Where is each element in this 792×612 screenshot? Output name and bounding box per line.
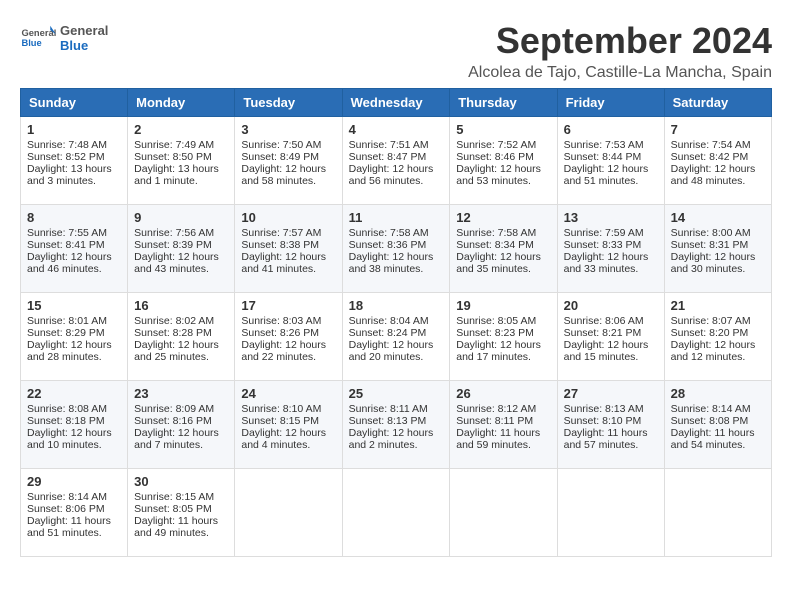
day-cell-27: 27 Sunrise: 8:13 AMSunset: 8:10 PMDaylig…	[557, 381, 664, 469]
logo-general: General	[60, 23, 108, 38]
day-cell-10: 10 Sunrise: 7:57 AMSunset: 8:38 PMDaylig…	[235, 205, 342, 293]
week-row-4: 22 Sunrise: 8:08 AMSunset: 8:18 PMDaylig…	[21, 381, 772, 469]
day-cell-15: 15 Sunrise: 8:01 AMSunset: 8:29 PMDaylig…	[21, 293, 128, 381]
header-friday: Friday	[557, 89, 664, 117]
day-cell-22: 22 Sunrise: 8:08 AMSunset: 8:18 PMDaylig…	[21, 381, 128, 469]
header-tuesday: Tuesday	[235, 89, 342, 117]
day-cell-19: 19 Sunrise: 8:05 AMSunset: 8:23 PMDaylig…	[450, 293, 557, 381]
header-sunday: Sunday	[21, 89, 128, 117]
logo-icon: General Blue	[20, 20, 56, 56]
day-cell-23: 23 Sunrise: 8:09 AMSunset: 8:16 PMDaylig…	[128, 381, 235, 469]
page-header: General Blue General Blue September 2024…	[20, 20, 772, 82]
day-cell-24: 24 Sunrise: 8:10 AMSunset: 8:15 PMDaylig…	[235, 381, 342, 469]
day-cell-8: 8 Sunrise: 7:55 AMSunset: 8:41 PMDayligh…	[21, 205, 128, 293]
day-cell-11: 11 Sunrise: 7:58 AMSunset: 8:36 PMDaylig…	[342, 205, 450, 293]
day-cell-13: 13 Sunrise: 7:59 AMSunset: 8:33 PMDaylig…	[557, 205, 664, 293]
svg-text:Blue: Blue	[21, 38, 41, 48]
day-cell-9: 9 Sunrise: 7:56 AMSunset: 8:39 PMDayligh…	[128, 205, 235, 293]
day-cell-30: 30 Sunrise: 8:15 AMSunset: 8:05 PMDaylig…	[128, 469, 235, 557]
day-cell-26: 26 Sunrise: 8:12 AMSunset: 8:11 PMDaylig…	[450, 381, 557, 469]
day-cell-14: 14 Sunrise: 8:00 AMSunset: 8:31 PMDaylig…	[664, 205, 771, 293]
day-cell-25: 25 Sunrise: 8:11 AMSunset: 8:13 PMDaylig…	[342, 381, 450, 469]
day-cell-12: 12 Sunrise: 7:58 AMSunset: 8:34 PMDaylig…	[450, 205, 557, 293]
day-cell-17: 17 Sunrise: 8:03 AMSunset: 8:26 PMDaylig…	[235, 293, 342, 381]
day-cell-empty-4	[557, 469, 664, 557]
day-cell-28: 28 Sunrise: 8:14 AMSunset: 8:08 PMDaylig…	[664, 381, 771, 469]
day-cell-empty-3	[450, 469, 557, 557]
week-row-5: 29 Sunrise: 8:14 AMSunset: 8:06 PMDaylig…	[21, 469, 772, 557]
day-cell-empty-5	[664, 469, 771, 557]
header-saturday: Saturday	[664, 89, 771, 117]
day-cell-7: 7 Sunrise: 7:54 AMSunset: 8:42 PMDayligh…	[664, 117, 771, 205]
day-cell-6: 6 Sunrise: 7:53 AMSunset: 8:44 PMDayligh…	[557, 117, 664, 205]
title-area: September 2024 Alcolea de Tajo, Castille…	[468, 20, 772, 82]
day-cell-21: 21 Sunrise: 8:07 AMSunset: 8:20 PMDaylig…	[664, 293, 771, 381]
day-cell-29: 29 Sunrise: 8:14 AMSunset: 8:06 PMDaylig…	[21, 469, 128, 557]
day-cell-empty-1	[235, 469, 342, 557]
week-row-2: 8 Sunrise: 7:55 AMSunset: 8:41 PMDayligh…	[21, 205, 772, 293]
day-cell-2: 2 Sunrise: 7:49 AMSunset: 8:50 PMDayligh…	[128, 117, 235, 205]
header-monday: Monday	[128, 89, 235, 117]
week-row-1: 1 Sunrise: 7:48 AMSunset: 8:52 PMDayligh…	[21, 117, 772, 205]
logo: General Blue General Blue	[20, 20, 108, 56]
day-cell-20: 20 Sunrise: 8:06 AMSunset: 8:21 PMDaylig…	[557, 293, 664, 381]
day-cell-4: 4 Sunrise: 7:51 AMSunset: 8:47 PMDayligh…	[342, 117, 450, 205]
calendar-table: Sunday Monday Tuesday Wednesday Thursday…	[20, 88, 772, 557]
week-row-3: 15 Sunrise: 8:01 AMSunset: 8:29 PMDaylig…	[21, 293, 772, 381]
weekday-header-row: Sunday Monday Tuesday Wednesday Thursday…	[21, 89, 772, 117]
day-cell-empty-2	[342, 469, 450, 557]
day-cell-18: 18 Sunrise: 8:04 AMSunset: 8:24 PMDaylig…	[342, 293, 450, 381]
header-thursday: Thursday	[450, 89, 557, 117]
day-cell-5: 5 Sunrise: 7:52 AMSunset: 8:46 PMDayligh…	[450, 117, 557, 205]
logo-blue: Blue	[60, 38, 108, 53]
day-cell-16: 16 Sunrise: 8:02 AMSunset: 8:28 PMDaylig…	[128, 293, 235, 381]
month-title: September 2024	[468, 20, 772, 62]
day-cell-3: 3 Sunrise: 7:50 AMSunset: 8:49 PMDayligh…	[235, 117, 342, 205]
location-subtitle: Alcolea de Tajo, Castille-La Mancha, Spa…	[468, 64, 772, 82]
day-cell-1: 1 Sunrise: 7:48 AMSunset: 8:52 PMDayligh…	[21, 117, 128, 205]
header-wednesday: Wednesday	[342, 89, 450, 117]
